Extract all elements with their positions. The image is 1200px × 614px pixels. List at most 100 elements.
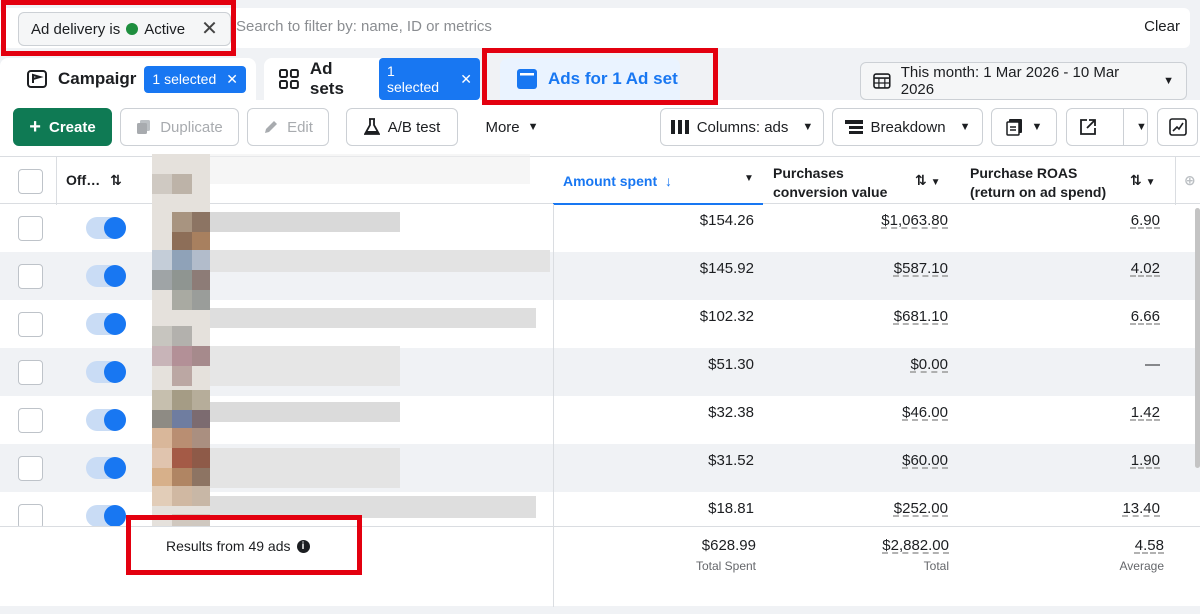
duplicate-button[interactable]: Duplicate [120,108,239,146]
create-button[interactable]: + Create [13,108,112,146]
add-column-icon[interactable]: ⊕ [1184,172,1196,189]
total-value-caption: Total [923,559,949,573]
column-divider [1175,157,1176,205]
close-icon[interactable]: ✕ [460,71,472,88]
column-header-off-on[interactable]: Off… ⇅ [66,172,122,189]
row-checkbox[interactable] [18,456,43,481]
redacted-ad-names [152,154,552,582]
total-purchase-value: $2,882.00 [882,537,949,554]
ads-table-panel: + Create Duplicate Edit A/B test More ▼ … [0,100,1200,607]
export-button[interactable]: ▼ [1066,108,1148,146]
amount-spent-cell: $145.92 [699,260,754,277]
chevron-down-icon[interactable]: ▼ [744,173,754,184]
amount-spent-cell: $102.32 [699,308,754,325]
close-icon[interactable]: ✕ [201,19,218,39]
charts-button[interactable] [1157,108,1198,146]
off-on-header-label: Off… [66,172,101,188]
row-checkbox[interactable] [18,216,43,241]
clear-filters-button[interactable]: Clear [1144,18,1180,35]
chevron-down-icon: ▼ [1031,121,1043,133]
purchases-value-cell: $60.00 [902,452,948,469]
purchases-value-cell: $252.00 [893,500,948,517]
campaign-flag-icon [27,70,47,88]
duplicate-icon [137,120,151,134]
row-checkbox[interactable] [18,312,43,337]
ad-on-off-toggle[interactable] [86,217,126,239]
reports-dropdown[interactable]: ▼ [991,108,1057,146]
close-icon[interactable]: ✕ [226,71,238,88]
ad-on-off-toggle[interactable] [86,361,126,383]
roas-header-line2: (return on ad spend) [970,184,1107,200]
pencil-icon [265,121,278,133]
columns-label: Columns: ads [696,118,789,136]
sort-icon[interactable]: ⇅ ▼ [915,172,941,189]
select-all-checkbox[interactable] [18,169,43,194]
more-dropdown[interactable]: More ▼ [470,108,554,146]
results-summary: Results from 49 ads i [166,538,310,554]
ab-test-label: A/B test [387,118,441,136]
ad-window-icon [517,69,537,89]
tab-campaigns-label: Campaigr [58,69,137,88]
column-header-purchase-roas[interactable]: Purchase ROAS (return on ad spend) [970,164,1106,202]
chevron-down-icon: ▼ [959,121,971,133]
filter-chip-ad-delivery[interactable]: Ad delivery is Active ✕ [18,12,231,46]
total-amount-spent: $628.99 [701,537,756,554]
column-header-amount-spent[interactable]: Amount spent ↓ [563,173,672,189]
purchases-header-line1: Purchases [773,165,844,181]
ad-on-off-toggle[interactable] [86,265,126,287]
tab-campaigns[interactable]: Campaigr 1 selected ✕ [0,58,256,100]
date-range-picker[interactable]: This month: 1 Mar 2026 - 10 Mar 2026 ▼ [860,62,1187,100]
tab-ad-sets[interactable]: Ad sets 1 selected ✕ [264,58,480,100]
ad-on-off-toggle[interactable] [86,505,126,527]
amount-spent-header-label: Amount spent [563,173,658,189]
purchase-roas-cell: 4.02 [1130,260,1160,277]
purchase-roas-cell: 6.66 [1130,308,1160,325]
sort-icon[interactable]: ⇅ ▼ [1130,172,1156,189]
table-summary-row: Results from 49 ads i $628.99 Total Spen… [0,526,1200,607]
column-header-purchases-value[interactable]: Purchases conversion value [773,164,887,202]
breakdown-dropdown[interactable]: Breakdown ▼ [832,108,983,146]
ad-sets-selected-badge[interactable]: 1 selected ✕ [378,58,480,100]
columns-icon [670,120,689,134]
ab-test-button[interactable]: A/B test [346,108,458,146]
edit-button[interactable]: Edit [247,108,329,146]
amount-spent-cell: $154.26 [699,212,754,229]
pixelated-thumbnails [152,154,550,582]
chevron-down-icon: ▼ [802,121,814,133]
purchase-roas-cell: 13.40 [1122,500,1160,517]
ad-on-off-toggle[interactable] [86,313,126,335]
filter-chip-value: Active [144,20,186,38]
ad-on-off-toggle[interactable] [86,409,126,431]
date-range-label: This month: 1 Mar 2026 - 10 Mar 2026 [900,64,1120,98]
row-checkbox[interactable] [18,264,43,289]
search-input[interactable]: Search to filter by: name, ID or metrics [236,18,492,35]
purchases-value-cell: $587.10 [893,260,948,277]
average-roas-caption: Average [1119,559,1164,573]
active-status-dot [126,23,139,35]
results-label: Results from 49 ads [166,538,291,554]
grid-icon [278,69,299,89]
column-divider [553,527,554,607]
export-icon [1080,119,1096,135]
amount-spent-cell: $51.30 [708,356,754,373]
chart-trend-icon [1168,118,1187,136]
average-roas: 4.58 [1134,537,1164,554]
row-checkbox[interactable] [18,408,43,433]
campaigns-selected-badge[interactable]: 1 selected ✕ [144,65,246,93]
purchases-header-line2: conversion value [773,184,888,200]
info-icon[interactable]: i [296,539,310,553]
tab-ads[interactable]: Ads for 1 Ad set [500,58,680,100]
purchase-roas-cell: 1.42 [1130,404,1160,421]
breakdown-icon [844,120,863,134]
purchase-roas-cell: — [1145,356,1160,373]
reports-icon [1005,119,1022,136]
amount-spent-cell: $18.81 [708,500,754,517]
chevron-down-icon: ▼ [527,121,539,133]
vertical-scrollbar[interactable] [1195,208,1200,468]
amount-spent-cell: $31.52 [708,452,754,469]
row-checkbox[interactable] [18,360,43,385]
ad-on-off-toggle[interactable] [86,457,126,479]
purchases-value-cell: $0.00 [910,356,948,373]
columns-dropdown[interactable]: Columns: ads ▼ [660,108,824,146]
purchase-roas-cell: 1.90 [1130,452,1160,469]
